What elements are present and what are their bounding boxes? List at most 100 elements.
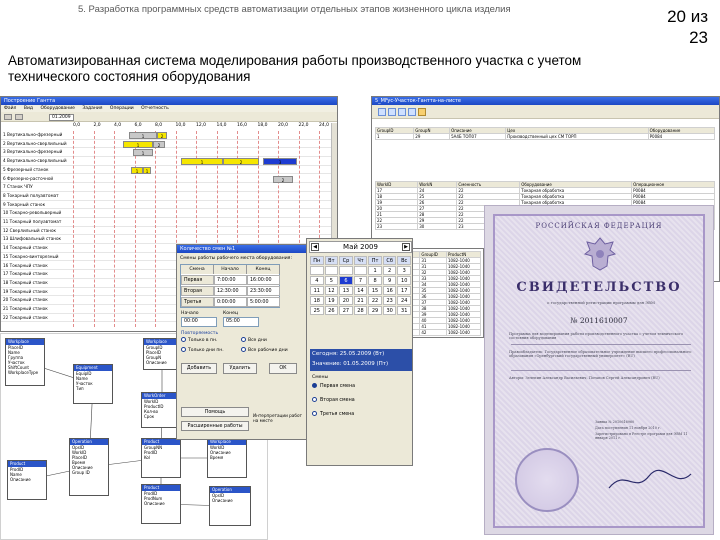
- nav-last-icon[interactable]: [408, 108, 416, 116]
- calendar-day[interactable]: 31: [397, 306, 411, 315]
- calendar-day[interactable]: 2: [382, 266, 397, 275]
- add-button[interactable]: Добавить: [181, 363, 217, 374]
- shift-time-cell[interactable]: 7:00:00: [214, 275, 247, 285]
- shift-name-cell[interactable]: Первая: [181, 275, 214, 285]
- calendar-day[interactable]: [353, 266, 368, 275]
- advanced-works-button[interactable]: Расширенные работы: [181, 421, 249, 431]
- gantt-task-bar[interactable]: 3: [263, 158, 297, 166]
- calendar-day[interactable]: 16: [382, 286, 397, 295]
- gantt-task-bar[interactable]: 2: [223, 158, 259, 166]
- menu-operations[interactable]: Операции: [110, 106, 134, 111]
- calendar-day[interactable]: 15: [368, 286, 382, 295]
- shift-time-cell[interactable]: 5:00:00: [247, 297, 280, 307]
- gantt-task-bar[interactable]: 1: [181, 158, 223, 166]
- gantt-task-bar[interactable]: 1: [143, 166, 151, 174]
- radio-icon[interactable]: [241, 337, 246, 342]
- calendar-day[interactable]: 27: [339, 306, 353, 315]
- er-entity[interactable]: Product ProdID ProdNum Описание: [141, 484, 181, 524]
- dialog-titlebar[interactable]: Количество смен №1: [177, 245, 309, 253]
- calendar-day[interactable]: 23: [382, 296, 397, 305]
- calendar-day[interactable]: 7: [353, 276, 368, 285]
- radio-icon[interactable]: [181, 337, 186, 342]
- calendar-day[interactable]: 10: [397, 276, 411, 285]
- calendar-prev-icon[interactable]: ◀: [311, 243, 319, 251]
- gantt-task-bar[interactable]: 1: [129, 132, 157, 139]
- radio-icon[interactable]: [241, 347, 246, 352]
- calendar-day[interactable]: 9: [382, 276, 397, 285]
- er-entity[interactable]: Workplace WorkID Описание Время: [207, 438, 247, 478]
- nav-first-icon[interactable]: [378, 108, 386, 116]
- calendar-day[interactable]: [310, 266, 324, 275]
- menu-equipment[interactable]: Оборудование: [40, 106, 75, 111]
- menu-view[interactable]: Вид: [24, 106, 33, 111]
- calendar-day[interactable]: 26: [324, 306, 339, 315]
- er-entity[interactable]: Equipment EquipID Name Участок Тип: [73, 364, 113, 404]
- table-row[interactable]: 1 29 5A4Б ТОП07 Производственный цех СМ ТОР…: [374, 133, 716, 140]
- calendar-day[interactable]: 19: [324, 296, 339, 305]
- toolbar-date-field[interactable]: 01.2009: [49, 114, 74, 121]
- calendar-day[interactable]: 25: [310, 306, 324, 315]
- gantt-task-bar[interactable]: 1: [131, 166, 143, 174]
- repeat-option[interactable]: Все рабочие дни: [241, 347, 288, 353]
- er-entity[interactable]: Product ProdID Name Описание: [7, 460, 47, 500]
- tables-titlebar[interactable]: 5_MFyc-Участок-Гантта-на-листе: [372, 97, 719, 105]
- calendar-day[interactable]: 28: [353, 306, 368, 315]
- ok-button[interactable]: ОК: [269, 363, 297, 374]
- calendar-day[interactable]: 1: [368, 266, 382, 275]
- shift-name-cell[interactable]: Вторая: [181, 286, 214, 296]
- gantt-titlebar[interactable]: Построение Гантта: [1, 97, 337, 105]
- nav-edit-icon[interactable]: [418, 108, 426, 116]
- calendar-day[interactable]: 8: [368, 276, 382, 285]
- toolbar-save-icon[interactable]: [15, 114, 23, 120]
- calendar-next-icon[interactable]: ▶: [402, 243, 410, 251]
- calendar-day[interactable]: 22: [368, 296, 382, 305]
- calendar-day[interactable]: 24: [397, 296, 411, 305]
- repeat-option[interactable]: Только дни пн.: [181, 347, 224, 353]
- gantt-task-bar[interactable]: 1: [123, 140, 153, 148]
- calendar-day[interactable]: 14: [353, 286, 368, 295]
- gantt-task-bar[interactable]: 1: [133, 149, 153, 157]
- menu-tasks[interactable]: Задания: [82, 106, 102, 111]
- calendar-day[interactable]: 17: [397, 286, 411, 295]
- er-entity[interactable]: Operation OpsID Описание: [209, 486, 251, 526]
- gantt-task-bar[interactable]: 2: [157, 132, 167, 139]
- nav-prev-icon[interactable]: [388, 108, 396, 116]
- radio-icon[interactable]: [312, 411, 317, 416]
- toolbar-open-icon[interactable]: [4, 114, 12, 120]
- calendar-day[interactable]: 13: [339, 286, 353, 295]
- repeat-option[interactable]: Только в пн.: [181, 337, 217, 343]
- gantt-task-bar[interactable]: 2: [153, 140, 165, 148]
- calendar-day[interactable]: 21: [353, 296, 368, 305]
- shift-time-cell[interactable]: 23:30:00: [247, 286, 280, 296]
- menu-reports[interactable]: Отчетность: [141, 106, 169, 111]
- calendar-day[interactable]: 12: [324, 286, 339, 295]
- calendar-day[interactable]: [324, 266, 339, 275]
- shift-time-cell[interactable]: 12:30:00: [214, 286, 247, 296]
- shift-option[interactable]: Третья смена: [312, 411, 354, 417]
- calendar-day[interactable]: 20: [339, 296, 353, 305]
- radio-icon[interactable]: [312, 397, 317, 402]
- shift-option[interactable]: Вторая смена: [312, 397, 355, 403]
- shift-name-cell[interactable]: Третья: [181, 297, 214, 307]
- radio-icon[interactable]: [312, 383, 317, 388]
- shift-time-cell[interactable]: 16:00:00: [247, 275, 280, 285]
- menu-file[interactable]: Файл: [4, 106, 16, 111]
- calendar-day[interactable]: 30: [382, 306, 397, 315]
- end-time-input[interactable]: 05:00: [223, 317, 259, 327]
- radio-icon[interactable]: [181, 347, 186, 352]
- help-button[interactable]: Помощь: [181, 407, 249, 417]
- er-entity[interactable]: Operation OpsID WorkID PlaceID Время Описание…: [69, 438, 109, 496]
- shift-option[interactable]: Первая смена: [312, 383, 355, 389]
- calendar-day[interactable]: [339, 266, 353, 275]
- calendar-day[interactable]: 4: [310, 276, 324, 285]
- repeat-option[interactable]: Все дни: [241, 337, 267, 343]
- shift-time-cell[interactable]: 0:00:00: [214, 297, 247, 307]
- calendar-day[interactable]: 29: [368, 306, 382, 315]
- calendar-day[interactable]: 5: [324, 276, 339, 285]
- start-time-input[interactable]: 00:00: [181, 317, 217, 327]
- er-entity[interactable]: Product GroupNN ProdID Kol: [141, 438, 181, 478]
- delete-button[interactable]: Удалить: [223, 363, 257, 374]
- nav-next-icon[interactable]: [398, 108, 406, 116]
- er-entity[interactable]: Workplace PlaceID Name Группа Участок ShiftCo…: [5, 338, 45, 386]
- calendar-day[interactable]: 18: [310, 296, 324, 305]
